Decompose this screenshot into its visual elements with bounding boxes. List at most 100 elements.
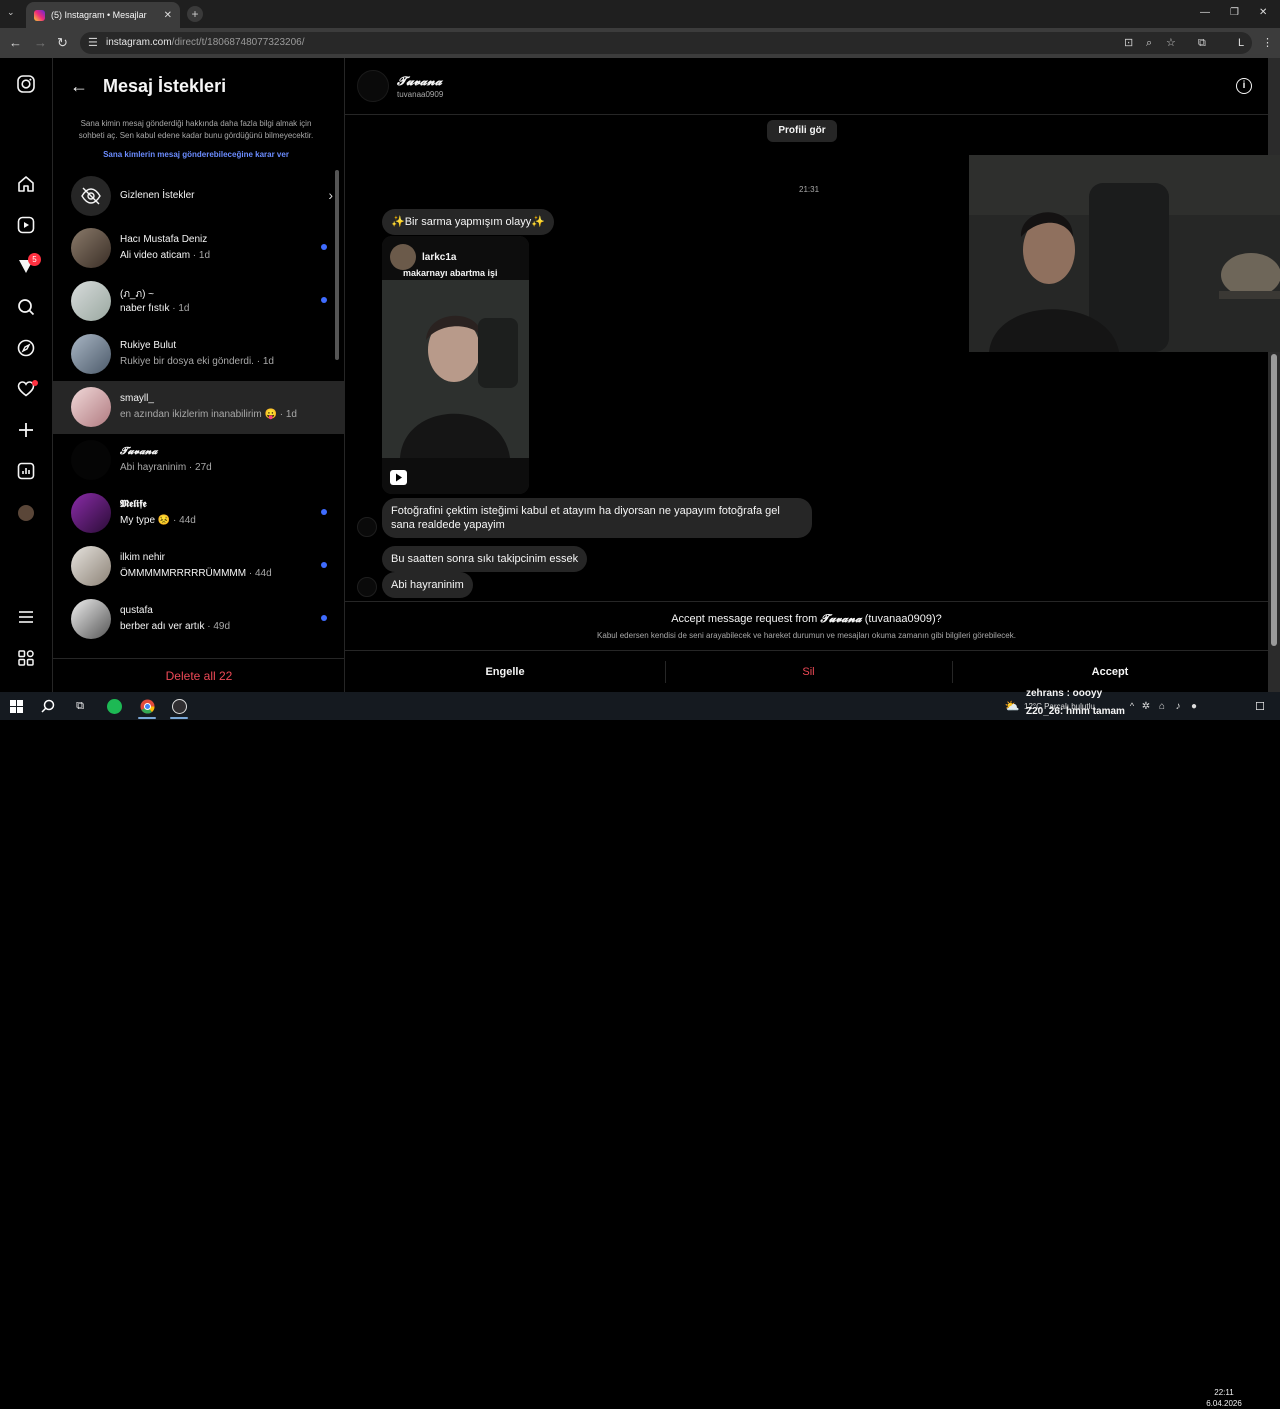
task-view-icon[interactable]: ⧉ <box>72 698 88 714</box>
microphone-icon[interactable]: ● <box>1186 698 1202 714</box>
create-plus-icon[interactable] <box>14 418 38 442</box>
profile-icon[interactable]: L <box>1238 35 1244 51</box>
request-time: · 27d <box>186 462 212 473</box>
avatar <box>71 387 111 427</box>
settings-icon[interactable]: ✲ <box>1138 698 1154 714</box>
message-bubble[interactable]: ✨Bir sarma yapmışım olayy✨ <box>382 209 554 235</box>
browser-toolbar: ← → ↻ ☰ instagram.com/direct/t/180687480… <box>0 28 1280 58</box>
explore-icon[interactable] <box>14 336 38 360</box>
request-name: (ภ_ภ) ~ <box>120 289 155 300</box>
avatar <box>71 440 111 480</box>
menu-icon[interactable]: ⋮ <box>1262 35 1273 51</box>
shared-reel-card[interactable]: larkc1a makarnayı abartma işi <box>382 236 529 494</box>
forward-icon[interactable]: → <box>34 35 47 51</box>
reels-icon[interactable] <box>14 213 38 237</box>
request-name: 𝕸𝖊𝖑𝖎𝖋𝖊 <box>120 499 147 510</box>
home-icon[interactable] <box>14 172 38 196</box>
page-scrollbar-thumb[interactable] <box>1271 354 1277 646</box>
new-tab-button[interactable]: + <box>187 6 203 22</box>
minimize-icon[interactable]: — <box>1200 7 1210 18</box>
accept-question: Accept message request from 𝓣𝓾𝓿𝓪𝓷𝓪 (tuva… <box>345 612 1268 626</box>
back-icon[interactable]: ← <box>9 35 22 51</box>
address-bar[interactable]: ☰ instagram.com/direct/t/180687480773232… <box>80 32 1252 54</box>
request-row[interactable]: Rukiye Bulut Rukiye bir dosya eki gönder… <box>53 328 345 381</box>
shared-user-avatar <box>390 244 416 270</box>
chrome-icon[interactable] <box>139 698 155 714</box>
site-info-icon[interactable]: ☰ <box>88 32 98 54</box>
notification-center-icon[interactable]: ☐ <box>1252 698 1268 714</box>
back-arrow-icon[interactable]: ← <box>70 76 88 97</box>
request-row-hovered[interactable]: smayll_ en azından ikizlerim inanabiliri… <box>53 381 345 434</box>
accept-suffix: (tuvanaa0909)? <box>861 613 942 625</box>
delete-all-button[interactable]: Delete all 22 <box>53 658 345 692</box>
hidden-requests-label: Gizlenen İstekler <box>120 190 195 201</box>
clock-date: 6.04.2026 <box>1206 1399 1242 1408</box>
chat-avatar[interactable] <box>357 70 389 102</box>
obs-icon[interactable] <box>171 698 187 714</box>
restore-icon[interactable]: ❐ <box>1230 7 1239 18</box>
info-icon[interactable]: i <box>1236 78 1252 94</box>
block-button[interactable]: Engelle <box>345 651 665 693</box>
requests-title: Mesaj İstekleri <box>103 76 227 96</box>
requests-scrollbar[interactable] <box>335 170 339 360</box>
request-time: · 1d <box>190 250 211 261</box>
browser-tab[interactable]: (5) Instagram • Mesajlar ✕ <box>26 2 180 28</box>
taskbar-clock[interactable]: 22:11 6.04.2026 <box>1204 1387 1244 1409</box>
dashboard-icon[interactable] <box>14 459 38 483</box>
volume-icon[interactable]: ♪ <box>1170 698 1186 714</box>
tab-search-icon[interactable]: ⌄ <box>7 7 15 18</box>
chrome-active-indicator <box>138 717 156 719</box>
windows-start-icon[interactable] <box>8 698 24 714</box>
request-row[interactable]: Hacı Mustafa Deniz Ali video aticam · 1d <box>53 222 345 275</box>
window-close-icon[interactable]: ✕ <box>1259 7 1267 18</box>
spotify-icon[interactable] <box>106 698 122 714</box>
shared-reel-thumbnail <box>382 280 529 458</box>
tab-close-icon[interactable]: ✕ <box>164 10 172 21</box>
instagram-app: 5 ← Mesaj İstekleri Sana kimin mesaj gön… <box>0 58 1268 692</box>
unread-dot <box>321 615 327 621</box>
message-settings-link[interactable]: Sana kimlerin mesaj gönderebileceğine ka… <box>67 150 325 159</box>
more-menu-icon[interactable] <box>14 605 38 629</box>
request-time: · 1d <box>276 409 297 420</box>
request-row[interactable]: 𝓣𝓾𝓿𝓪𝓷𝓪 Abi hayraninim · 27d <box>53 434 345 487</box>
request-row[interactable]: ilkim nehir ÖMMMMMRRRRRÜMMMM · 44d <box>53 540 345 593</box>
message-bubble[interactable]: Fotoğrafini çektim isteğimi kabul et ata… <box>382 498 812 538</box>
messages-badge: 5 <box>28 253 41 266</box>
message-bubble[interactable]: Abi hayraninim <box>382 572 473 598</box>
request-row[interactable]: (ภ_ภ) ~ naber fıstık · 1d <box>53 275 345 328</box>
accept-button[interactable]: Accept <box>952 651 1268 693</box>
message-bubble[interactable]: Bu saatten sonra sıkı takipcinim essek <box>382 546 588 572</box>
reload-icon[interactable]: ↻ <box>57 35 68 51</box>
view-profile-button[interactable]: Profili gör <box>767 120 837 142</box>
shared-reel-header: larkc1a makarnayı abartma işi <box>382 236 529 280</box>
request-name: Hacı Mustafa Deniz <box>120 234 208 245</box>
obs-active-indicator <box>170 717 188 719</box>
install-app-icon[interactable]: ⊡ <box>1124 32 1133 54</box>
page-scrollbar[interactable] <box>1268 58 1280 692</box>
instagram-logo-icon[interactable] <box>14 72 38 96</box>
accept-note: Kabul edersen kendisi de seni arayabilec… <box>597 631 1016 640</box>
weather-icon[interactable]: ⛅ <box>1004 698 1020 714</box>
also-from-meta-icon[interactable] <box>14 646 38 670</box>
delete-button[interactable]: Sil <box>665 651 952 693</box>
request-preview: Ali video aticam <box>120 250 191 261</box>
hidden-requests-row[interactable]: Gizlenen İstekler › <box>71 176 333 216</box>
extensions-icon[interactable]: ⧉ <box>1198 35 1206 51</box>
request-row[interactable]: 𝕸𝖊𝖑𝖎𝖋𝖊 My type 😣 · 44d <box>53 487 345 540</box>
avatar <box>71 493 111 533</box>
avatar <box>71 599 111 639</box>
bookmark-star-icon[interactable]: ☆ <box>1166 32 1176 54</box>
browser-tabbar: ⌄ (5) Instagram • Mesajlar ✕ + — ❐ ✕ <box>0 0 1280 28</box>
profile-avatar[interactable] <box>14 501 38 525</box>
chat-name[interactable]: 𝓣𝓾𝓿𝓪𝓷𝓪 <box>397 74 442 89</box>
taskbar-search-icon[interactable] <box>40 698 56 714</box>
unread-dot <box>321 562 327 568</box>
message-timestamp: 21:31 <box>799 185 820 194</box>
search-icon[interactable] <box>14 295 38 319</box>
zoom-icon[interactable]: ⌕ <box>1146 32 1152 54</box>
request-name: qustafa <box>120 605 153 616</box>
network-icon[interactable]: ⌂ <box>1154 698 1170 714</box>
request-row[interactable]: qustafa berber adı ver artık · 49d <box>53 593 345 646</box>
accept-name: 𝓣𝓾𝓿𝓪𝓷𝓪 <box>820 612 862 625</box>
avatar <box>71 546 111 586</box>
